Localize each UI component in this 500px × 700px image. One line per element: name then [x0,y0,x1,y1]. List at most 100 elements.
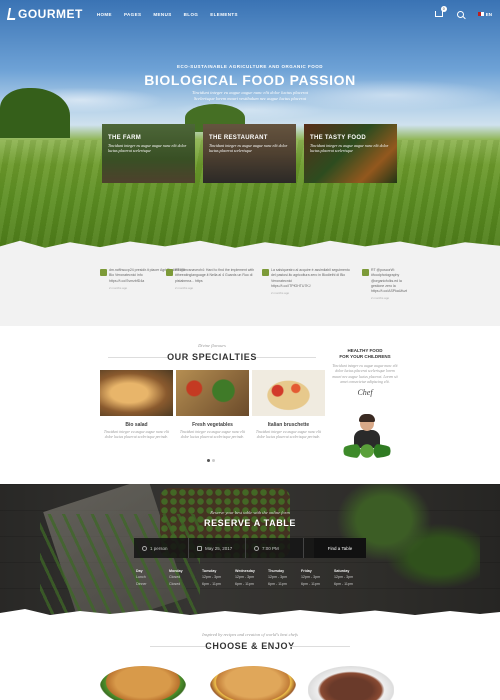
logo-icon [6,8,18,20]
tweet-icon [262,269,269,276]
divider [290,646,350,647]
hours-column: Day Lunch Dinner [136,568,169,587]
hours-dinner: Closed [169,581,181,586]
top-nav: GOURMET HOME PAGES MENUS BLOG ELEMENTS 0… [0,0,500,28]
card-text: Tincidunt integer eu augue augue nunc el… [108,143,187,154]
opening-hours-table: Day Lunch Dinner Monday Closed Closed Tu… [136,568,367,587]
clock-icon [254,545,259,551]
dish-name: Italian bruschette [267,422,310,428]
burger-image[interactable] [100,666,186,700]
menu-item-home[interactable]: HOME [97,12,112,17]
hero-section: GOURMET HOME PAGES MENUS BLOG ELEMENTS 0… [0,0,500,250]
card-the-farm[interactable]: THE FARM Tincidunt integer eu augue augu… [102,124,195,183]
logo[interactable]: GOURMET [6,7,83,21]
flag-icon [477,12,484,16]
card-title: THE TASTY FOOD [310,135,366,141]
cart-icon[interactable]: 0 [434,6,447,17]
section-title: RESERVE A TABLE [203,518,296,528]
dish-card[interactable]: Bio salad Tincidunt integer eu augue aug… [100,370,173,441]
language-selector[interactable]: EN [477,11,492,17]
main-menu: HOME PAGES MENUS BLOG ELEMENTS [97,12,238,17]
card-title: THE RESTAURANT [209,135,268,141]
burger-image[interactable] [210,666,296,700]
nav-actions: 0 EN [434,6,492,18]
menu-item-menus[interactable]: MENUS [153,12,171,17]
dish-description: Tincidunt integer eu augue augue nunc el… [103,430,170,440]
language-label: EN [485,11,492,17]
tweet-text: RT @poscorW: #foodphotography @organicfo… [371,268,402,288]
logo-text: GOURMET [18,7,83,21]
party-size-value: 1 person [150,545,168,551]
carousel-dot[interactable] [212,459,215,462]
tweet-item: RT @mcsnaveoh4: Hard to find the impleme… [166,268,256,290]
hours-dinner: 6pm - 11pm [268,581,287,586]
hours-column: Thursday 12pm - 3pm 6pm - 11pm [268,568,301,587]
tweet-time: 2 months ago [271,291,290,295]
tweet-icon [100,269,107,276]
hero-subtitle: Tincidunt integer eu augue augue nunc el… [0,90,500,103]
tweet-text: La salsiquestro al acquire è assimilabil… [271,268,350,283]
chef-image [342,414,392,458]
party-size-select[interactable]: 1 person [134,538,189,558]
hours-dinner: 6pm - 11pm [235,581,254,586]
card-the-restaurant[interactable]: THE RESTAURANT Tincidunt integer eu augu… [203,124,296,183]
section-kicker: Divine flavours [198,343,226,348]
person-icon [142,545,147,551]
hero-kicker: ECO-SUSTAINABLE AGRICULTURE AND ORGANIC … [177,64,323,69]
carousel-pagination [207,459,215,462]
dish-card[interactable]: Fresh vegetables Tincidunt integer eu au… [176,370,249,441]
hours-dinner: 6pm - 11pm [334,581,353,586]
dish-description: Tincidunt integer eu augue augue nunc el… [179,430,246,440]
menu-item-blog[interactable]: BLOG [184,12,199,17]
tweet-icon [362,269,369,276]
reservation-section: Reserve your best table with the online … [0,484,500,618]
meat-dish-image[interactable] [308,666,394,700]
tweet-item: RT @poscorW: #foodphotography @organicfo… [362,268,407,301]
dish-carousel: Bio salad Tincidunt integer eu augue aug… [100,370,325,441]
section-title: CHOOSE & ENJOY [205,641,295,651]
section-kicker: Inspired by recipes and creation of worl… [202,632,298,637]
hero-title: BIOLOGICAL FOOD PASSION [144,72,356,88]
search-icon[interactable] [456,10,464,18]
hero-caption: ECO-SUSTAINABLE AGRICULTURE AND ORGANIC … [0,64,500,103]
tweet-time: 2 months ago [175,285,194,290]
tweet-link[interactable]: https://t.co/ASPkaUfuzt [371,289,407,294]
tweet-link[interactable]: https://t.co/ITPfGHTU7KJ [271,284,352,289]
hours-dinner: Dinner [136,581,147,586]
menu-item-pages[interactable]: PAGES [124,12,141,17]
divider [256,357,316,358]
choose-section: Inspired by recipes and creation of worl… [0,618,500,700]
card-the-tasty-food[interactable]: THE TASTY FOOD Tincidunt integer eu augu… [304,124,397,183]
dish-image [176,370,249,416]
healthy-title-line-2: FOR YOUR CHILDRENS [339,354,391,360]
dish-card[interactable]: Italian bruschette Tincidunt integer eu … [252,370,325,441]
time-picker[interactable]: 7:00 PM [246,538,304,558]
dish-image [252,370,325,416]
menu-item-elements[interactable]: ELEMENTS [210,12,238,17]
card-text: Tincidunt integer eu augue augue nunc el… [209,143,288,154]
hero-subtitle-line-2: Scelerisque lorem mauri vestibulum nec a… [193,96,307,102]
hours-column: Tuesday 12pm - 3pm 6pm - 11pm [202,568,235,587]
chef-signature: Chef [357,388,373,398]
cart-count-badge: 0 [440,6,447,12]
tweet-time: 2 months ago [371,296,390,301]
card-text: Tincidunt integer eu augue augue nunc el… [310,143,389,154]
specialties-section: Divine flavours OUR SPECIALTIES Bio sala… [0,326,500,484]
hours-column: Friday 12pm - 3pm 6pm - 11pm [301,568,334,587]
date-picker[interactable]: May 25, 2017 [189,538,246,558]
calendar-icon [197,545,202,551]
chef-hair [359,414,375,422]
hours-column: Monday Closed Closed [169,568,202,587]
carousel-dot[interactable] [207,459,210,462]
time-value: 7:00 PM [262,545,279,551]
tweet-icon [166,269,173,276]
dish-name: Bio salad [125,422,148,428]
date-value: May 25, 2017 [205,545,233,551]
healthy-text: Tincidunt integer eu augue augue nunc el… [332,364,398,385]
twitter-feed: dm.ncfthsucp24 presidir.it placer Agri B… [0,250,500,326]
find-table-button[interactable]: Find a Table [314,538,366,558]
hours-dinner: 6pm - 11pm [301,581,320,586]
healthy-title: HEALTHY FOOD FOR YOUR CHILDRENS [332,348,398,360]
healthy-food-block: HEALTHY FOOD FOR YOUR CHILDRENS Tincidun… [332,348,398,397]
dish-name: Fresh vegetables [192,422,233,428]
